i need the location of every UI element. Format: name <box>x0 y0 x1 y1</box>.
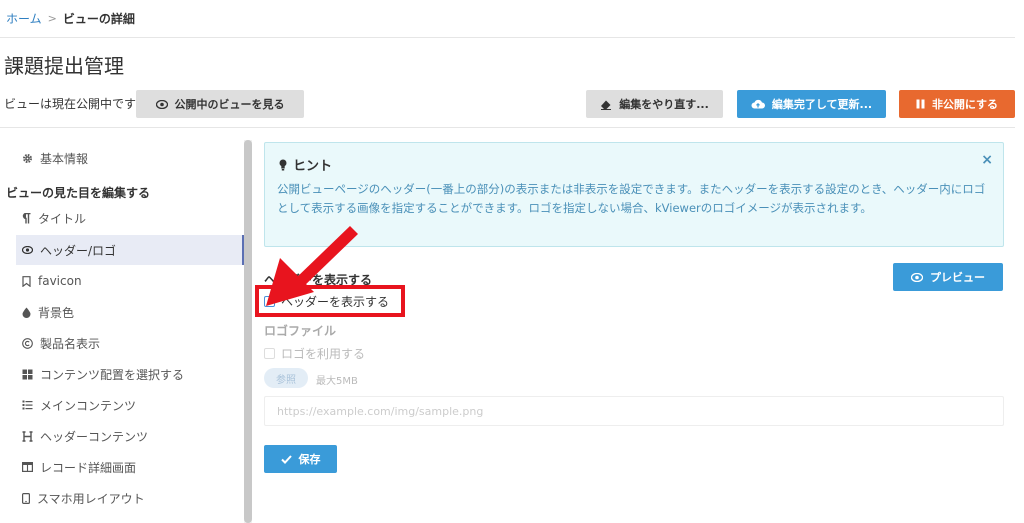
check-icon <box>280 454 292 464</box>
page-title: 課題提出管理 <box>4 54 124 78</box>
sidebar-item-label: スマホ用レイアウト <box>37 491 145 506</box>
unpublish-button[interactable]: 非公開にする <box>899 90 1015 118</box>
eraser-icon <box>601 100 612 110</box>
preview-label: プレビュー <box>930 271 985 284</box>
sidebar-item-background-color[interactable]: 背景色 <box>16 297 244 327</box>
sidebar-item-title[interactable]: タイトル <box>16 203 244 233</box>
sidebar-item-favicon[interactable]: favicon <box>16 266 244 296</box>
sidebar-item-content-layout[interactable]: コンテンツ配置を選択する <box>16 359 244 389</box>
cloud-upload-icon <box>751 99 765 109</box>
sidebar-item-label: メインコンテンツ <box>40 398 137 413</box>
sidebar-item-header-logo[interactable]: ヘッダー/ロゴ <box>16 235 244 265</box>
logo-url-input[interactable] <box>264 396 1004 426</box>
droplet-icon <box>22 307 31 318</box>
sidebar-item-product-name[interactable]: 製品名表示 <box>16 328 244 358</box>
hint-title-text: ヒント <box>293 159 333 174</box>
hint-body-text: 公開ビューページのヘッダー(一番上の部分)の表示または非表示を設定できます。また… <box>277 182 986 215</box>
redo-edit-button[interactable]: 編集をやり直す... <box>586 90 723 118</box>
finish-and-update-label: 編集完了して更新... <box>771 98 873 111</box>
hint-title: ヒント <box>279 155 332 174</box>
sidebar-item-basic-info[interactable]: 基本情報 <box>16 143 244 173</box>
view-published-button[interactable]: 公開中のビューを見る <box>136 90 304 118</box>
chevron-right-icon: > <box>47 12 57 25</box>
divider <box>0 127 1015 128</box>
sidebar-item-label: 基本情報 <box>40 151 89 166</box>
close-icon[interactable]: × <box>981 152 993 168</box>
bookmark-icon <box>22 275 31 287</box>
sidebar-item-label: favicon <box>38 274 82 288</box>
sidebar-item-record-detail[interactable]: レコード詳細画面 <box>16 452 244 482</box>
logo-file-section-label: ロゴファイル <box>264 324 337 338</box>
copyright-icon <box>22 337 33 349</box>
sidebar-item-label: ヘッダーコンテンツ <box>40 429 149 444</box>
heading-icon <box>22 430 33 442</box>
red-arrow-annotation <box>266 226 358 306</box>
view-published-label: 公開中のビューを見る <box>174 98 285 111</box>
sidebar-scrollbar-thumb[interactable] <box>244 140 252 523</box>
sidebar: 基本情報 ビューの見た目を編集する タイトル ヘッダー/ロゴ favicon 背… <box>0 140 252 523</box>
divider <box>0 37 1015 38</box>
lightbulb-icon <box>279 159 287 170</box>
list-icon <box>22 400 33 410</box>
sidebar-item-main-content[interactable]: メインコンテンツ <box>16 390 244 420</box>
grid-icon <box>22 369 33 379</box>
sidebar-item-label: 背景色 <box>38 305 75 320</box>
breadcrumb-home-link[interactable]: ホーム <box>6 10 42 27</box>
paragraph-icon <box>22 212 31 223</box>
pause-icon <box>916 99 925 109</box>
breadcrumb-current: ビューの詳細 <box>62 12 135 26</box>
sidebar-item-label: ヘッダー/ロゴ <box>40 243 117 258</box>
eye-icon <box>911 272 923 282</box>
browse-file-button[interactable]: 参照 <box>264 368 308 388</box>
save-button[interactable]: 保存 <box>264 445 337 473</box>
sidebar-item-header-content[interactable]: ヘッダーコンテンツ <box>16 421 244 451</box>
unpublish-label: 非公開にする <box>931 98 999 111</box>
sidebar-section-heading: ビューの見た目を編集する <box>6 186 151 200</box>
publish-status-text: ビューは現在公開中です <box>4 97 137 111</box>
sidebar-item-label: タイトル <box>38 211 87 226</box>
hint-panel: ヒント × 公開ビューページのヘッダー(一番上の部分)の表示または非表示を設定で… <box>264 142 1004 247</box>
table-icon <box>22 462 33 472</box>
eye-icon <box>155 99 168 109</box>
breadcrumb: ホーム > ビューの詳細 <box>6 10 135 27</box>
sidebar-item-label: 製品名表示 <box>40 336 101 351</box>
sidebar-item-label: コンテンツ配置を選択する <box>40 367 185 382</box>
save-label: 保存 <box>298 453 321 466</box>
redo-edit-label: 編集をやり直す... <box>619 98 709 111</box>
max-file-size-note: 最大5MB <box>316 376 358 387</box>
finish-and-update-button[interactable]: 編集完了して更新... <box>737 90 886 118</box>
sidebar-item-label: レコード詳細画面 <box>40 460 137 475</box>
use-logo-checkbox-label[interactable]: ロゴを利用する <box>281 345 365 362</box>
mobile-icon <box>22 492 30 504</box>
sidebar-item-mobile-layout[interactable]: スマホ用レイアウト <box>16 483 244 513</box>
use-logo-checkbox[interactable] <box>264 348 275 359</box>
gear-icon <box>22 153 33 163</box>
eye-icon <box>22 246 33 254</box>
use-logo-checkbox-row[interactable]: ロゴを利用する <box>264 345 365 362</box>
preview-button[interactable]: プレビュー <box>893 263 1003 291</box>
